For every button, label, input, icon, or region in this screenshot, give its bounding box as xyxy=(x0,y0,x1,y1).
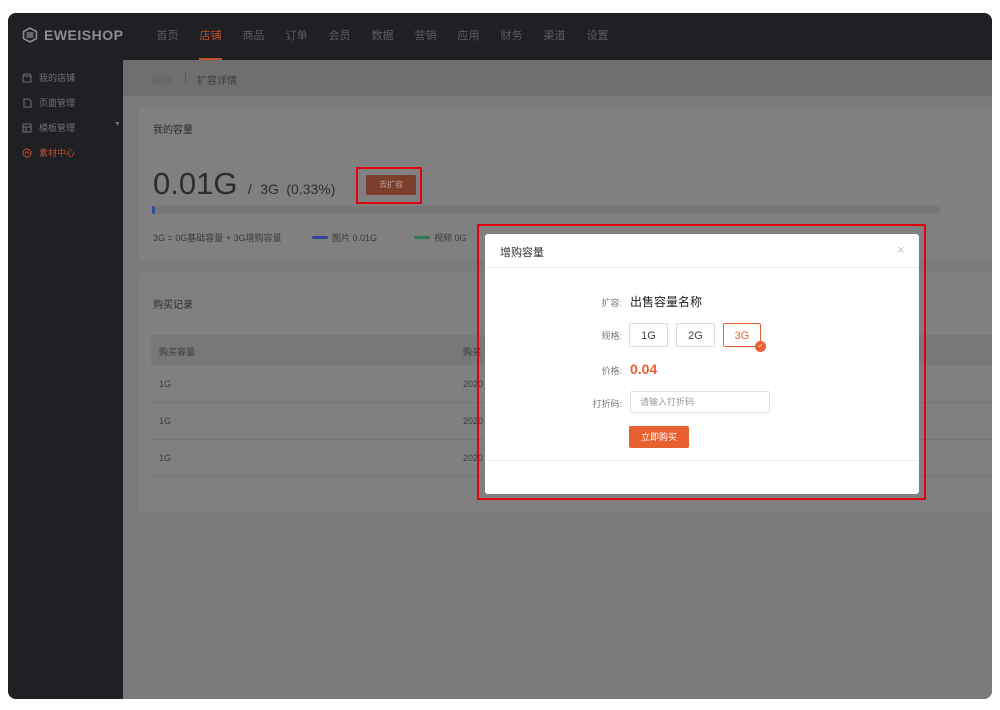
sidebar-item-templates[interactable]: 模板管理 ▼ xyxy=(22,121,121,134)
nav-settings[interactable]: 设置 xyxy=(576,13,619,60)
price-label: 价格: xyxy=(601,366,622,376)
nav-orders[interactable]: 订单 xyxy=(275,13,318,60)
discount-code-input[interactable] xyxy=(630,391,770,413)
legend-videos: 视频 0G xyxy=(414,231,467,244)
page-icon xyxy=(22,98,32,108)
store-icon xyxy=(22,73,32,83)
legend-swatch-videos xyxy=(414,236,430,239)
nav-data[interactable]: 数据 xyxy=(361,13,404,60)
top-navbar: EWEISHOP 首页 店铺 商品 订单 会员 数据 营销 应用 财务 渠道 设… xyxy=(8,13,992,60)
nav-products[interactable]: 商品 xyxy=(232,13,275,60)
nav-marketing[interactable]: 营销 xyxy=(404,13,447,60)
material-icon xyxy=(22,148,32,158)
capacity-slash: / xyxy=(247,181,252,197)
modal-header: 增购容量 × xyxy=(485,234,919,268)
used-capacity: 0.01G xyxy=(153,166,238,201)
buy-now-button[interactable]: 立即购买 xyxy=(629,426,689,448)
capacity-percent: (0.33%) xyxy=(286,181,336,197)
discount-code-label: 打折码: xyxy=(592,399,622,409)
legend-label-images: 图片 0.01G xyxy=(332,233,378,243)
nav-members[interactable]: 会员 xyxy=(318,13,361,60)
sidebar-item-label: 模板管理 xyxy=(39,123,76,133)
brand-logo[interactable]: EWEISHOP xyxy=(22,27,123,43)
sidebar-item-label: 素材中心 xyxy=(39,148,76,158)
price-value: 0.04 xyxy=(630,361,658,377)
eweishop-logo-icon xyxy=(22,27,38,43)
breadcrumb-divider xyxy=(185,71,186,84)
spec-option-1g[interactable]: 1G xyxy=(629,323,668,347)
capacity-formula-text: 3G = 0G基础容量 + 3G增购容量 xyxy=(153,233,282,243)
product-name: 出售容量名称 xyxy=(630,295,703,309)
sidebar-item-pages[interactable]: 页面管理 xyxy=(22,96,75,109)
capacity-title: 我的容量 xyxy=(153,125,193,136)
cell-capacity: 1G xyxy=(159,379,172,389)
capacity-progress-bar xyxy=(152,206,941,214)
sidebar: 我的店铺 页面管理 模板管理 ▼ 素材中心 xyxy=(8,60,123,699)
sidebar-item-label: 我的店铺 xyxy=(39,73,76,83)
total-capacity: 3G xyxy=(260,181,279,197)
close-icon[interactable]: × xyxy=(897,242,905,257)
capacity-progress-fill xyxy=(152,206,155,214)
cell-capacity: 1G xyxy=(159,453,172,463)
column-header-capacity: 购买容量 xyxy=(159,347,196,357)
sidebar-item-materials[interactable]: 素材中心 xyxy=(22,146,75,159)
nav-finance[interactable]: 财务 xyxy=(490,13,533,60)
nav-channels[interactable]: 渠道 xyxy=(533,13,576,60)
purchase-capacity-modal: 增购容量 × 扩容: 出售容量名称 规格: 1G 2G 3G ✓ 价格: 0.0… xyxy=(485,234,919,494)
template-icon xyxy=(22,123,32,133)
records-title: 购买记录 xyxy=(153,300,193,311)
page-title: 扩容详情 xyxy=(197,76,237,87)
nav-home[interactable]: 首页 xyxy=(146,13,189,60)
legend-label-videos: 视频 0G xyxy=(434,233,467,243)
caret-down-icon[interactable]: ▼ xyxy=(114,121,121,128)
sidebar-item-label: 页面管理 xyxy=(39,98,76,108)
capacity-formula: 3G = 0G基础容量 + 3G增购容量 xyxy=(153,231,282,244)
modal-footer-divider xyxy=(485,460,919,461)
modal-title: 增购容量 xyxy=(500,247,544,259)
spec-label: 规格: xyxy=(601,331,622,341)
cell-capacity: 1G xyxy=(159,416,172,426)
nav-apps[interactable]: 应用 xyxy=(447,13,490,60)
breadcrumb: ← 返回 扩容详情 xyxy=(123,60,992,96)
nav-store[interactable]: 店铺 xyxy=(189,13,232,60)
legend-swatch-images xyxy=(312,236,328,239)
check-icon: ✓ xyxy=(755,341,766,352)
legend-images: 图片 0.01G xyxy=(312,231,377,244)
sidebar-item-my-store[interactable]: 我的店铺 xyxy=(22,71,75,84)
expand-button-highlight xyxy=(356,167,422,204)
expand-label: 扩容: xyxy=(601,298,622,308)
capacity-usage: 0.01G / 3G (0.33%) xyxy=(153,166,335,202)
brand-name: EWEISHOP xyxy=(44,27,124,43)
spec-option-2g[interactable]: 2G xyxy=(676,323,715,347)
top-nav: 首页 店铺 商品 订单 会员 数据 营销 应用 财务 渠道 设置 xyxy=(146,13,619,60)
back-link[interactable]: ← 返回 xyxy=(139,72,172,87)
